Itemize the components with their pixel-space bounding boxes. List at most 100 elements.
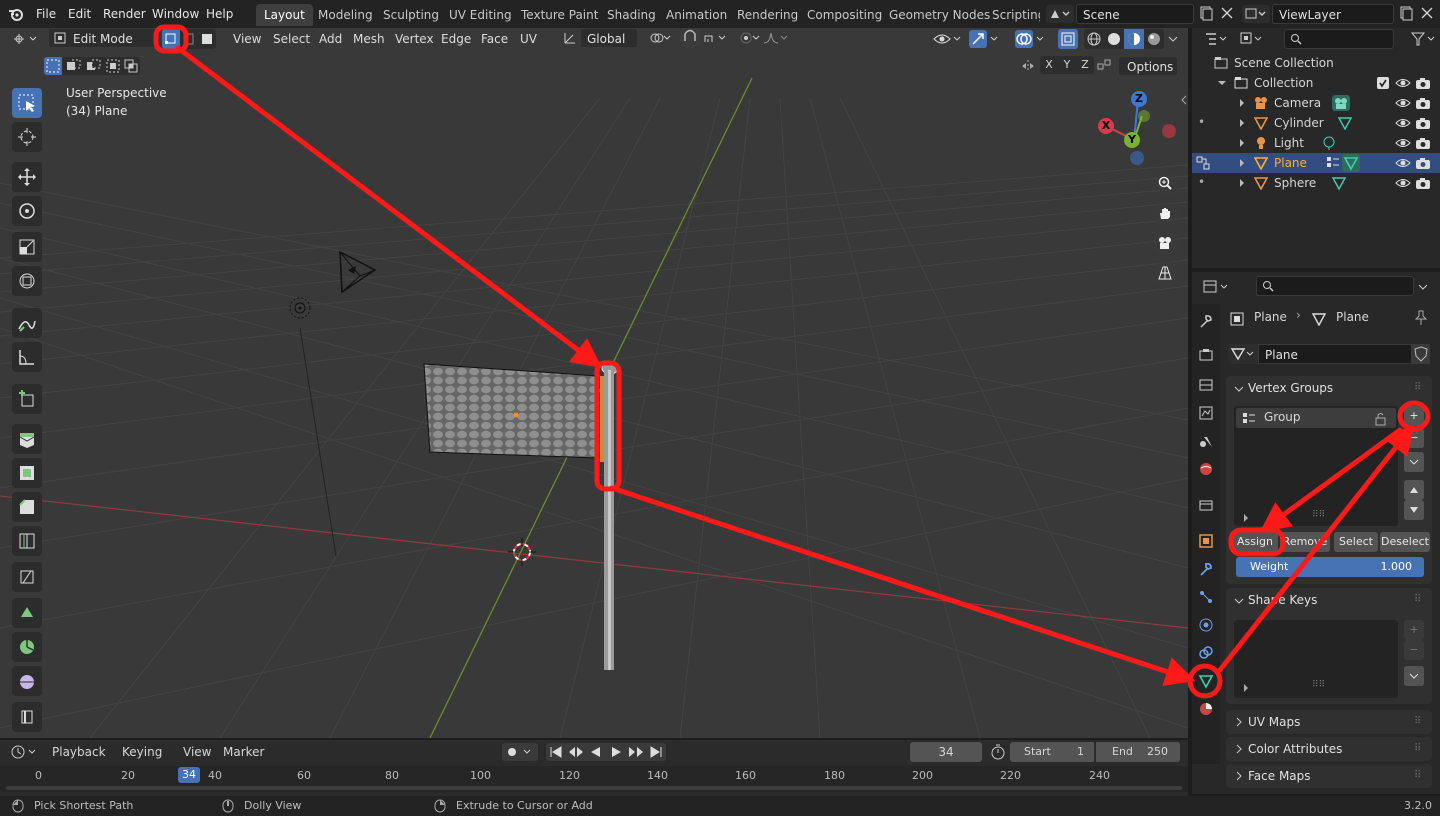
- outliner-row-sphere[interactable]: • Sphere: [1192, 173, 1440, 193]
- panel-expand-icon[interactable]: [1234, 717, 1244, 727]
- list-expand-icon[interactable]: [1242, 684, 1250, 692]
- vertex-group-item[interactable]: Group: [1236, 408, 1396, 428]
- gizmo-z-axis[interactable]: Z: [1131, 91, 1147, 107]
- select-intersect-icon[interactable]: [122, 57, 140, 75]
- shading-options-icon[interactable]: [1166, 32, 1180, 46]
- expand-icon[interactable]: [1238, 119, 1246, 127]
- panel-expand-icon[interactable]: [1234, 744, 1244, 754]
- remove-button[interactable]: Remove: [1280, 532, 1330, 552]
- solid-shading-icon[interactable]: [1104, 29, 1124, 49]
- vertex-groups-icon[interactable]: [1326, 156, 1340, 170]
- outliner-row-plane[interactable]: Plane: [1192, 153, 1440, 173]
- jump-start-icon[interactable]: [548, 745, 564, 759]
- timeline-menu-view[interactable]: View: [183, 743, 211, 761]
- cursor-tool[interactable]: [12, 122, 42, 152]
- list-resize-handle[interactable]: ⠿⠿: [1312, 510, 1325, 520]
- remove-vertex-group-button[interactable]: −: [1404, 428, 1424, 448]
- tab-shading[interactable]: Shading: [599, 4, 664, 26]
- move-group-down-button[interactable]: [1404, 500, 1424, 520]
- edit-mode-indicator-icon[interactable]: [1196, 156, 1210, 170]
- render-camera-icon[interactable]: [1415, 156, 1431, 170]
- view-layer-tab-icon[interactable]: [1198, 405, 1214, 421]
- filter-icon[interactable]: [1410, 30, 1438, 48]
- mesh-data-icon[interactable]: [1332, 176, 1346, 190]
- record-button[interactable]: [502, 743, 538, 761]
- select-box-tool[interactable]: [12, 88, 42, 118]
- render-camera-icon[interactable]: [1415, 136, 1431, 150]
- add-vertex-group-button[interactable]: +: [1404, 406, 1424, 426]
- inset-faces-tool[interactable]: [12, 458, 42, 488]
- menu-window[interactable]: Window: [146, 0, 205, 28]
- mesh-browse-icon[interactable]: [1228, 344, 1258, 364]
- outliner-row-cylinder[interactable]: • Cylinder: [1192, 113, 1440, 133]
- menu-help[interactable]: Help: [200, 0, 239, 28]
- move-tool[interactable]: [12, 162, 42, 192]
- move-group-up-button[interactable]: [1404, 480, 1424, 500]
- outliner-editor-icon[interactable]: [1204, 30, 1232, 48]
- mirror-x-toggle[interactable]: X: [1040, 56, 1058, 74]
- new-view-layer-icon[interactable]: [1398, 5, 1414, 21]
- properties-search-input[interactable]: [1256, 276, 1414, 296]
- timeline-editor-icon[interactable]: [10, 743, 40, 761]
- add-cube-tool[interactable]: [12, 384, 42, 414]
- eye-icon[interactable]: [1395, 176, 1411, 190]
- expand-icon[interactable]: [1238, 99, 1246, 107]
- output-tab-icon[interactable]: [1198, 377, 1214, 393]
- start-frame-field[interactable]: Start 1: [1010, 742, 1094, 762]
- outliner-row-light[interactable]: Light: [1192, 133, 1440, 153]
- viewport-menu-mesh[interactable]: Mesh: [353, 28, 385, 50]
- light-data-icon[interactable]: [1322, 136, 1336, 150]
- pan-hand-icon[interactable]: [1152, 200, 1178, 226]
- delete-scene-icon[interactable]: [1219, 5, 1235, 21]
- measure-tool[interactable]: [12, 342, 42, 372]
- mesh-data-icon[interactable]: [1342, 154, 1360, 172]
- menu-edit[interactable]: Edit: [62, 0, 97, 28]
- eye-icon[interactable]: [1395, 116, 1411, 130]
- editor-type-icon[interactable]: [10, 29, 40, 49]
- viewport-menu-uv[interactable]: UV: [520, 28, 537, 50]
- mesh-name-field[interactable]: Plane: [1258, 344, 1412, 364]
- jump-keyframe-forward-icon[interactable]: [628, 745, 644, 759]
- options-dropdown[interactable]: Options: [1118, 56, 1178, 76]
- proportional-edit-icon[interactable]: [738, 30, 762, 46]
- panel-drag-handle[interactable]: ⠿: [1414, 743, 1421, 754]
- edge-slide-tool[interactable]: [12, 702, 42, 732]
- topology-mirror-icon[interactable]: [1096, 58, 1112, 74]
- panel-drag-handle[interactable]: ⠿: [1414, 716, 1421, 727]
- physics-tab-icon[interactable]: [1198, 617, 1214, 633]
- snap-target-icon[interactable]: [702, 30, 730, 46]
- deselect-button[interactable]: Deselect: [1380, 532, 1430, 552]
- lock-icon[interactable]: [1374, 412, 1388, 426]
- constraints-tab-icon[interactable]: [1198, 645, 1214, 661]
- mirror-options-icon[interactable]: [1020, 58, 1036, 74]
- viewport-menu-add[interactable]: Add: [319, 28, 342, 50]
- vertex-select-icon[interactable]: [162, 29, 180, 49]
- view-layer-name-field[interactable]: ViewLayer: [1272, 4, 1394, 24]
- eye-icon[interactable]: [1395, 156, 1411, 170]
- 3d-cursor-icon[interactable]: [508, 538, 536, 566]
- overlays-toggle-icon[interactable]: [1014, 29, 1046, 49]
- weight-slider[interactable]: Weight 1.000: [1236, 557, 1424, 577]
- loop-cut-tool[interactable]: [12, 526, 42, 556]
- extrude-region-tool[interactable]: [12, 424, 42, 454]
- tab-layout[interactable]: Layout: [256, 4, 313, 26]
- timeline-menu-playback[interactable]: Playback: [52, 743, 106, 761]
- pivot-point-icon[interactable]: [648, 30, 672, 46]
- spin-tool[interactable]: [12, 632, 42, 662]
- select-button[interactable]: Select: [1334, 532, 1378, 552]
- knife-tool[interactable]: [12, 562, 42, 592]
- material-tab-icon[interactable]: [1198, 701, 1214, 717]
- shape-key-specials-button[interactable]: [1404, 666, 1424, 686]
- select-new-icon[interactable]: [44, 57, 62, 75]
- transform-orientation-dropdown[interactable]: Global: [580, 28, 638, 48]
- delete-view-layer-icon[interactable]: [1419, 5, 1435, 21]
- outliner-row-collection[interactable]: Collection: [1192, 73, 1440, 93]
- add-shape-key-button[interactable]: +: [1404, 620, 1424, 640]
- menu-file[interactable]: File: [30, 0, 62, 28]
- pin-icon[interactable]: [1414, 310, 1428, 326]
- tab-scripting[interactable]: Scripting: [984, 4, 1040, 26]
- snap-toggle-icon[interactable]: [680, 29, 700, 47]
- light-object-icon[interactable]: [286, 294, 316, 324]
- smooth-tool[interactable]: [12, 666, 42, 696]
- object-tab-icon[interactable]: [1198, 533, 1214, 549]
